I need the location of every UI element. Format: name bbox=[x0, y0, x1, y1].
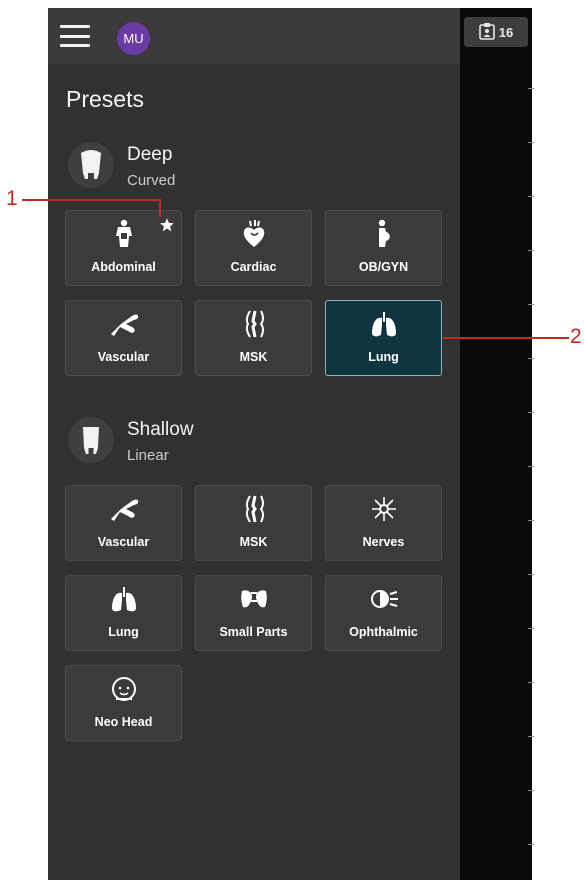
preset-label: Neo Head bbox=[94, 715, 153, 729]
preset-label: Lung bbox=[368, 350, 399, 364]
group-probe-linear: Linear bbox=[127, 447, 169, 464]
callout-line-1 bbox=[22, 199, 160, 201]
depth-ruler bbox=[528, 80, 534, 880]
group-probe-curved: Curved bbox=[127, 172, 176, 189]
preset-label: Small Parts bbox=[219, 625, 288, 639]
vessel-icon bbox=[66, 309, 181, 339]
callout-number-1: 1 bbox=[6, 187, 18, 210]
preset-shallow-nerves[interactable]: Nerves bbox=[325, 485, 442, 561]
hamburger-menu-icon[interactable] bbox=[60, 25, 90, 47]
baby-head-icon bbox=[66, 674, 181, 704]
curved-probe-icon bbox=[68, 142, 114, 188]
preset-shallow-neo-head[interactable]: Neo Head bbox=[65, 665, 182, 741]
preset-shallow-small-parts[interactable]: Small Parts bbox=[195, 575, 312, 651]
preset-label: MSK bbox=[239, 535, 268, 549]
preset-shallow-ophthalmic[interactable]: Ophthalmic bbox=[325, 575, 442, 651]
preset-shallow-lung[interactable]: Lung bbox=[65, 575, 182, 651]
badge-count: 16 bbox=[498, 24, 514, 40]
linear-probe-icon bbox=[68, 417, 114, 463]
nerve-icon bbox=[326, 494, 441, 524]
preset-label: OB/GYN bbox=[358, 260, 409, 274]
preset-deep-cardiac[interactable]: Cardiac bbox=[195, 210, 312, 286]
preset-label: Lung bbox=[108, 625, 139, 639]
callout-line-1-drop bbox=[159, 199, 161, 217]
preset-label: Ophthalmic bbox=[349, 625, 418, 639]
lungs-icon bbox=[326, 309, 441, 339]
clipboard-icon bbox=[478, 22, 495, 43]
user-avatar[interactable]: MU bbox=[117, 22, 150, 55]
group-name-shallow: Shallow bbox=[127, 419, 194, 440]
preset-label: MSK bbox=[239, 350, 268, 364]
knee-joint-icon bbox=[196, 494, 311, 524]
lungs-icon bbox=[66, 584, 181, 614]
knee-joint-icon bbox=[196, 309, 311, 339]
vessel-icon bbox=[66, 494, 181, 524]
preset-deep-obgyn[interactable]: OB/GYN bbox=[325, 210, 442, 286]
preset-label: Vascular bbox=[97, 350, 150, 364]
preset-label: Abdominal bbox=[91, 260, 156, 274]
preset-deep-lung[interactable]: Lung bbox=[325, 300, 442, 376]
pregnant-icon bbox=[326, 219, 441, 249]
patient-queue-badge[interactable]: 16 bbox=[464, 17, 528, 47]
preset-label: Vascular bbox=[97, 535, 150, 549]
preset-label: Cardiac bbox=[230, 260, 277, 274]
heart-icon bbox=[196, 219, 311, 249]
panel-title: Presets bbox=[66, 86, 144, 112]
preset-deep-vascular[interactable]: Vascular bbox=[65, 300, 182, 376]
callout-number-2: 2 bbox=[570, 325, 582, 348]
favorite-star-icon bbox=[159, 217, 175, 238]
top-bar bbox=[48, 8, 460, 64]
preset-deep-msk[interactable]: MSK bbox=[195, 300, 312, 376]
callout-line-2 bbox=[443, 337, 569, 339]
preset-deep-abdominal[interactable]: Abdominal bbox=[65, 210, 182, 286]
preset-shallow-msk[interactable]: MSK bbox=[195, 485, 312, 561]
eye-icon bbox=[326, 584, 441, 614]
small-parts-icon bbox=[196, 584, 311, 614]
preset-label: Nerves bbox=[362, 535, 405, 549]
preset-shallow-vascular[interactable]: Vascular bbox=[65, 485, 182, 561]
group-name-deep: Deep bbox=[127, 144, 173, 165]
